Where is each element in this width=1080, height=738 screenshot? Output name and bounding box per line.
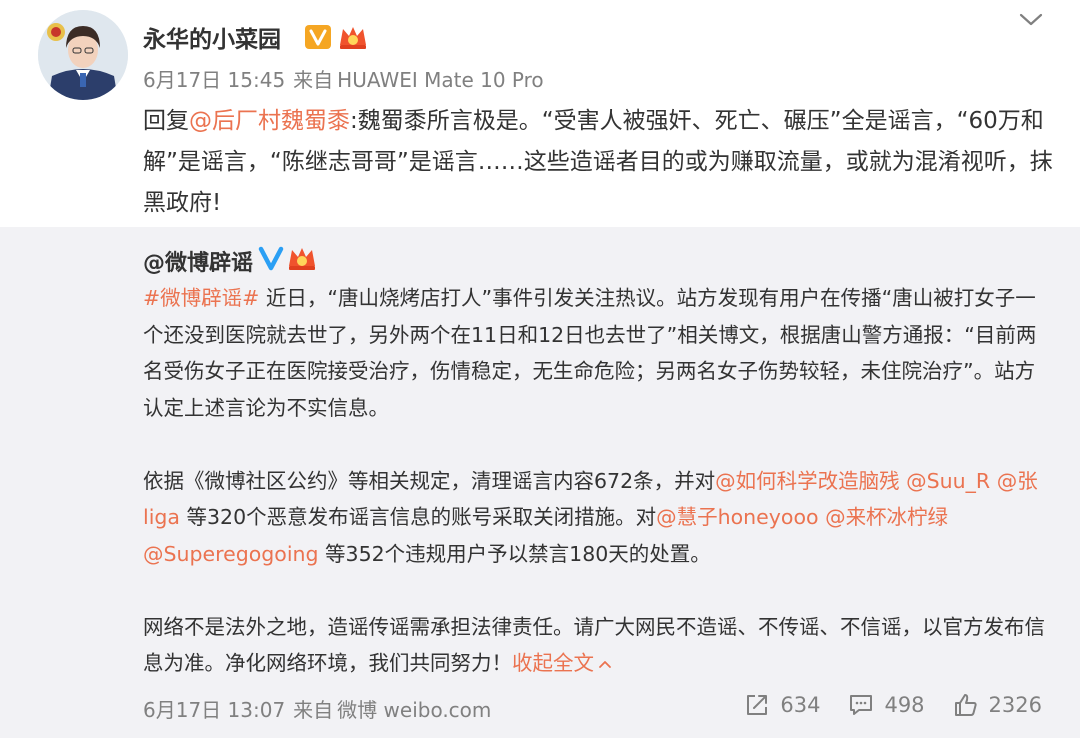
member-crown-icon[interactable]: [337, 23, 369, 51]
reply-mention-link[interactable]: @后厂村魏蜀黍: [189, 108, 350, 134]
reply-prefix: 回复: [143, 108, 189, 134]
repost-meta: 6月17日 13:07 来自 微博 weibo.com: [143, 694, 499, 723]
collapse-text-link[interactable]: 收起全文: [512, 651, 612, 675]
mention-link[interactable]: @慧子honeyooo: [656, 505, 818, 529]
mention-link[interactable]: @Suu_R: [906, 469, 990, 493]
police-officer-avatar-icon: [38, 10, 128, 100]
share-icon: [747, 695, 768, 715]
post-meta: 6月17日 15:45 来自 HUAWEI Mate 10 Pro: [143, 64, 552, 93]
repost-p2-b: 等320个恶意发布谣言信息的账号采取关闭措施。对: [179, 505, 657, 529]
source-prefix: 来自: [293, 68, 334, 92]
reply-text: 回复@后厂村魏蜀黍:魏蜀黍所言极是。“受害人被强奸、死亡、碾压”全是谣言，“60…: [143, 101, 1053, 224]
post-timestamp[interactable]: 6月17日 15:45: [143, 68, 285, 92]
collapse-label: 收起全文: [512, 651, 594, 675]
repost-paragraph-3: 网络不是法外之地，造谣传谣需承担法律责任。请广大网民不造谣、不传谣、不信谣，以官…: [143, 609, 1053, 682]
mention-link[interactable]: @如何科学改造脑残: [715, 469, 900, 493]
repost-text: #微博辟谣# 近日，“唐山烧烤店打人”事件引发关注热议。站方发现有用户在传播“唐…: [143, 280, 1053, 682]
comment-button[interactable]: 498: [848, 692, 925, 718]
repost-paragraph-1: #微博辟谣# 近日，“唐山烧烤店打人”事件引发关注热议。站方发现有用户在传播“唐…: [143, 280, 1053, 426]
repost-source-app[interactable]: 微博 weibo.com: [337, 698, 491, 722]
mention-link[interactable]: @来杯冰柠绿: [825, 505, 948, 529]
chevron-down-icon[interactable]: [1018, 12, 1044, 28]
avatar[interactable]: [38, 10, 128, 100]
repost-p2-c: 等352个违规用户予以禁言180天的处置。: [318, 541, 711, 566]
repost-source-prefix: 来自: [293, 698, 334, 722]
thumbs-up-icon: [954, 694, 977, 716]
member-crown-icon[interactable]: [286, 244, 318, 272]
mention-link[interactable]: @Superegogoing: [143, 542, 319, 566]
verified-orange-v-icon: [305, 25, 331, 49]
repost-count: 634: [780, 693, 821, 717]
repost-source-name[interactable]: @微博辟谣: [143, 245, 253, 277]
comment-icon: [850, 695, 873, 715]
repost-timestamp[interactable]: 6月17日 13:07: [143, 698, 285, 722]
weibo-post: 永华的小菜园 6月17日 15:45 来自 HUAWEI Mate 10 Pro 回…: [0, 0, 1080, 738]
like-count: 2326: [988, 693, 1042, 717]
repost-button[interactable]: 634: [744, 692, 820, 718]
post-device[interactable]: HUAWEI Mate 10 Pro: [337, 68, 543, 92]
verified-blue-v-icon: [258, 246, 284, 271]
like-button[interactable]: 2326: [953, 692, 1042, 718]
comment-count: 498: [884, 693, 925, 717]
topic-tag-link[interactable]: #微博辟谣#: [143, 286, 259, 310]
repost-paragraph-2: 依据《微博社区公约》等相关规定，清理谣言内容672条，并对@如何科学改造脑残 @…: [143, 463, 1053, 573]
repost-actions: 634 498 2326: [716, 692, 1042, 718]
chevron-up-icon: [599, 661, 611, 668]
repost-p1-body: 近日，“唐山烧烤店打人”事件引发关注热议。站方发现有用户在传播“唐山被打女子一个…: [143, 286, 1037, 420]
author-name[interactable]: 永华的小菜园: [143, 20, 281, 54]
repost-p2-a: 依据《微博社区公约》等相关规定，清理谣言内容672条，并对: [143, 468, 716, 493]
